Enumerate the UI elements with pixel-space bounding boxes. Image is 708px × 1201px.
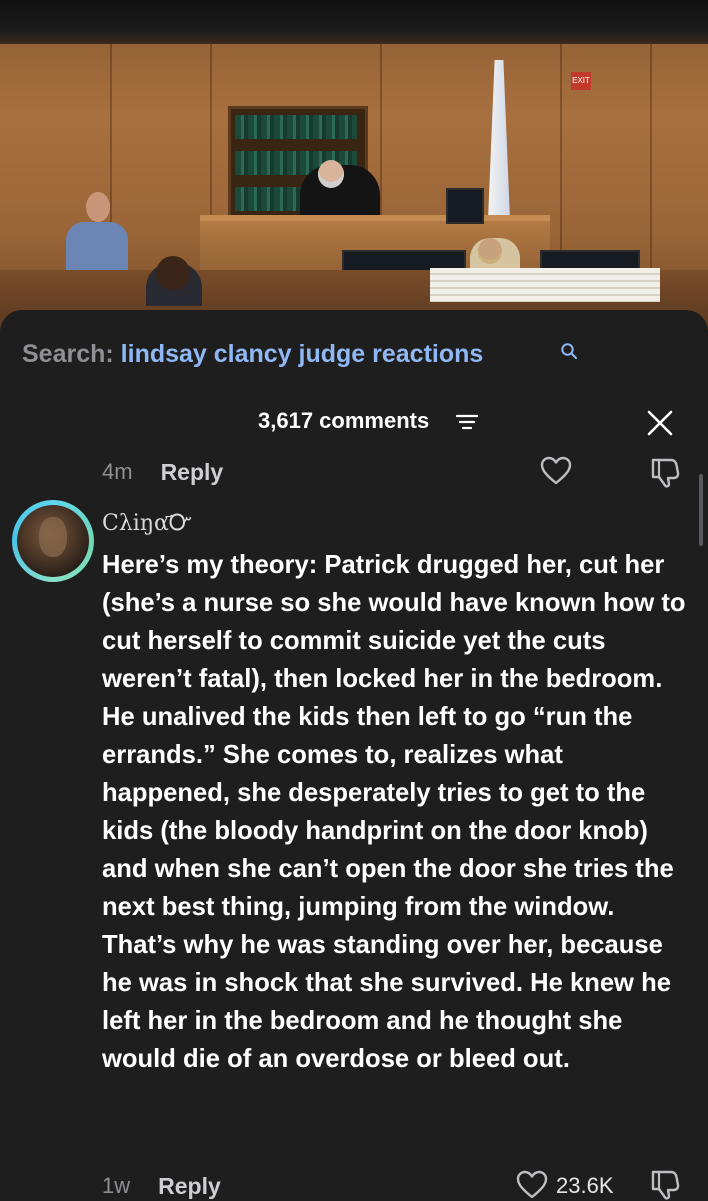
- avatar[interactable]: [12, 500, 94, 582]
- video-top-bar: [0, 0, 708, 44]
- comment-actions: 1w Reply: [102, 1171, 221, 1201]
- witness-head: [86, 192, 110, 222]
- close-icon[interactable]: [646, 409, 674, 437]
- comment-time: 4m: [102, 459, 133, 484]
- heart-icon[interactable]: [540, 456, 572, 486]
- exit-sign: EXIT: [571, 72, 591, 90]
- judge-head: [318, 160, 344, 188]
- search-label: Search:: [22, 340, 114, 368]
- search-suggestion[interactable]: Search: lindsay clancy judge reactions: [22, 340, 483, 369]
- search-query-link[interactable]: lindsay clancy judge reactions: [121, 340, 484, 368]
- video-frame[interactable]: EXIT: [0, 0, 708, 330]
- comment-text: Here’s my theory: Patrick drugged her, c…: [102, 551, 686, 1073]
- comment-username[interactable]: Cλiŋα҃Ꮕ: [102, 510, 192, 536]
- dislike-icon[interactable]: [650, 1168, 680, 1200]
- like-count: 23.6K: [556, 1173, 614, 1198]
- witness-figure: [66, 222, 128, 274]
- dislike-icon[interactable]: [650, 456, 680, 488]
- reply-button[interactable]: Reply: [158, 1173, 221, 1200]
- papers: [430, 268, 660, 302]
- clerk-head: [478, 238, 502, 264]
- sort-icon[interactable]: [456, 413, 478, 431]
- comment-count: 3,617 comments: [258, 408, 430, 433]
- heart-icon[interactable]: [516, 1170, 548, 1200]
- scrollbar-thumb[interactable]: [699, 474, 703, 546]
- comment-time: 1w: [102, 1173, 131, 1198]
- lawyer-head: [156, 256, 190, 290]
- flag: [488, 60, 510, 220]
- previous-comment-actions: 4m Reply: [102, 457, 223, 487]
- monitor: [446, 188, 484, 224]
- search-icon[interactable]: [560, 342, 578, 360]
- wall-panel: [650, 44, 652, 294]
- reply-button[interactable]: Reply: [161, 459, 224, 486]
